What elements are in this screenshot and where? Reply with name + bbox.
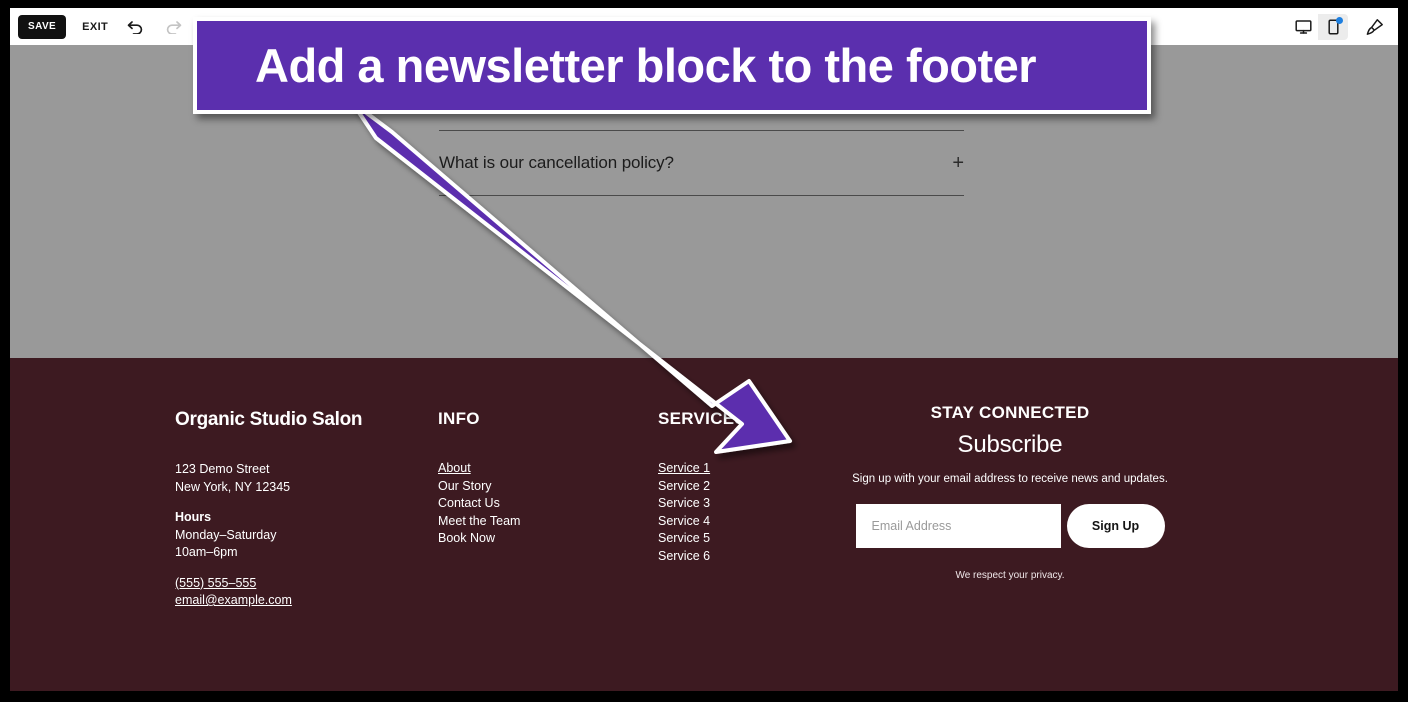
desktop-monitor-icon[interactable] — [1288, 13, 1318, 40]
footer-info-link[interactable]: Our Story — [438, 478, 618, 496]
newsletter-title: Subscribe — [957, 431, 1063, 458]
redo-arrow-icon — [162, 16, 184, 38]
sign-up-button[interactable]: Sign Up — [1066, 504, 1165, 548]
save-button[interactable]: SAVE — [18, 14, 67, 39]
footer-hours-label: Hours — [175, 510, 212, 524]
footer-info-link[interactable]: Book Now — [438, 530, 618, 548]
footer-address-line-1: 123 Demo Street — [175, 462, 270, 476]
viewport-toggle-group — [1288, 13, 1348, 40]
site-footer: Organic Studio Salon 123 Demo Street New… — [10, 358, 1398, 691]
annotation-text: Add a newsletter block to the footer — [255, 39, 1037, 92]
mobile-phone-icon[interactable] — [1318, 13, 1348, 40]
exit-button[interactable]: EXIT — [82, 21, 108, 33]
faq-question: What is our cancellation policy? — [439, 153, 674, 172]
footer-hours-days: Monday–Saturday — [175, 527, 277, 542]
newsletter-description: Sign up with your email address to recei… — [852, 473, 1168, 485]
email-input[interactable] — [855, 504, 1061, 548]
newsletter-block[interactable]: STAY CONNECTED Subscribe Sign up with yo… — [795, 403, 1225, 581]
top-bar-right-group — [1288, 13, 1398, 40]
faq-expand-icon[interactable]: + — [952, 152, 964, 175]
footer-info-link[interactable]: Meet the Team — [438, 513, 618, 531]
top-bar-left-group: SAVE EXIT — [10, 14, 184, 39]
newsletter-eyebrow: STAY CONNECTED — [930, 403, 1090, 422]
newsletter-form: Sign Up — [795, 504, 1225, 548]
footer-phone-link[interactable]: (555) 555–555 — [175, 575, 415, 593]
footer-hours-times: 10am–6pm — [175, 545, 238, 559]
footer-brand-title: Organic Studio Salon — [175, 409, 363, 430]
footer-info-link[interactable]: Contact Us — [438, 495, 618, 513]
site-preview-canvas[interactable]: What forms of payment do you accept? + W… — [10, 45, 1398, 691]
annotation-banner: Add a newsletter block to the footer — [193, 17, 1151, 114]
footer-info-heading: INFO — [438, 409, 480, 428]
paintbrush-icon[interactable] — [1360, 14, 1388, 40]
notification-dot-icon — [1336, 16, 1343, 24]
footer-email-link[interactable]: email@example.com — [175, 592, 415, 610]
footer-info-link[interactable]: About — [438, 460, 618, 478]
faq-item[interactable]: What is our cancellation policy? + — [439, 131, 964, 196]
undo-arrow-icon[interactable] — [124, 16, 146, 38]
privacy-note: We respect your privacy. — [955, 570, 1065, 581]
footer-brand-column: Organic Studio Salon 123 Demo Street New… — [175, 409, 415, 610]
footer-address-line-2: New York, NY 12345 — [175, 479, 291, 494]
footer-info-column: INFO About Our Story Contact Us Meet the… — [438, 409, 618, 548]
screenshot-frame: SAVE EXIT What is our cancellation polic… — [0, 0, 1408, 702]
